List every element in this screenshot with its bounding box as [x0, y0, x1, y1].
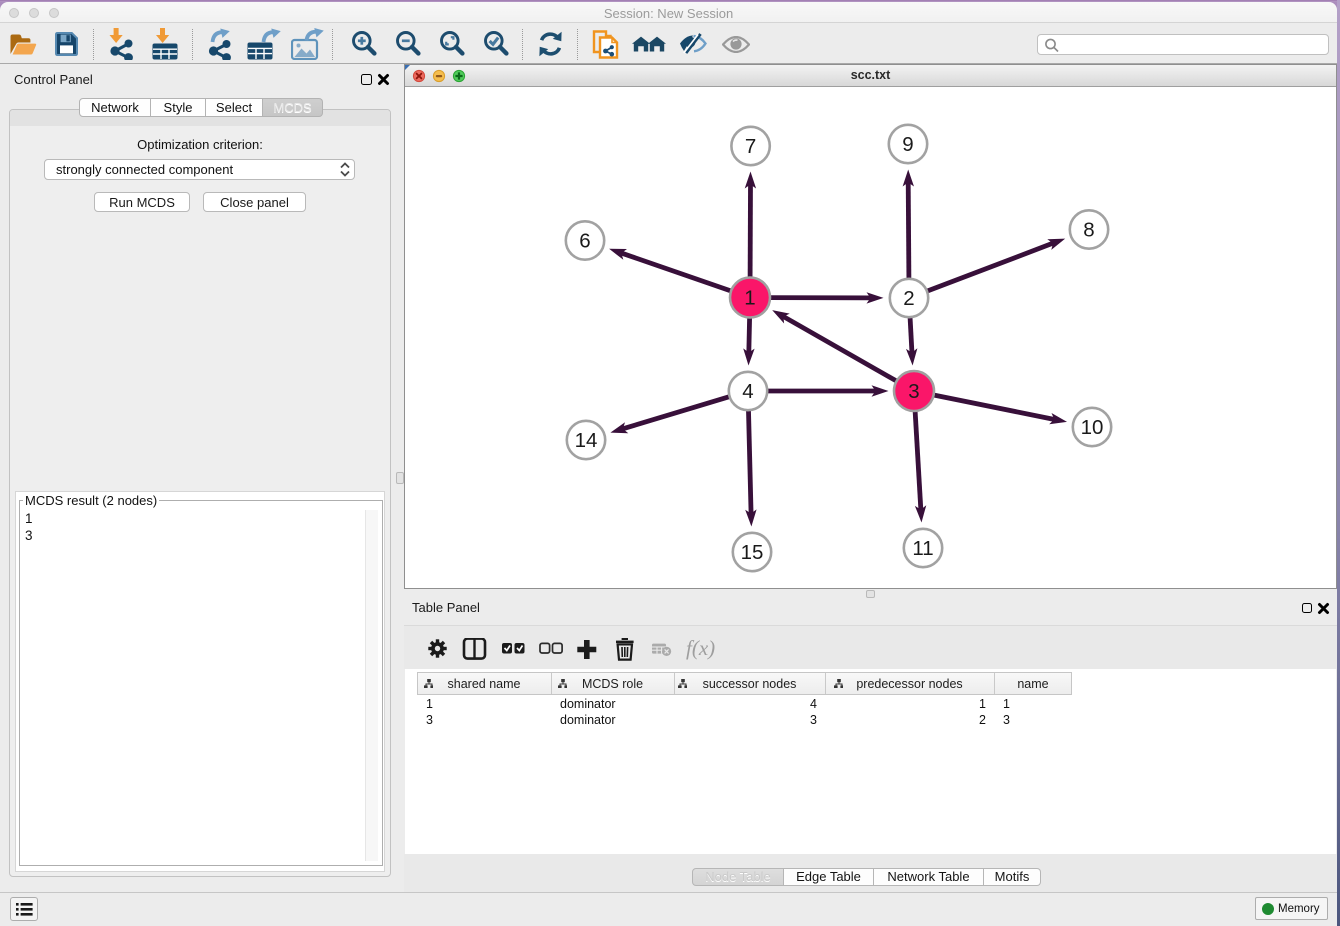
svg-text:1: 1: [744, 287, 755, 310]
svg-text:10: 10: [1081, 416, 1104, 439]
svg-text:8: 8: [1083, 219, 1094, 242]
svg-text:4: 4: [742, 380, 753, 403]
svg-text:6: 6: [579, 230, 590, 253]
svg-text:3: 3: [908, 380, 919, 403]
svg-text:9: 9: [902, 133, 913, 156]
svg-text:2: 2: [903, 287, 914, 310]
svg-text:14: 14: [575, 429, 598, 452]
svg-text:7: 7: [745, 135, 756, 158]
svg-text:f(x): f(x): [686, 638, 715, 660]
svg-text:15: 15: [741, 541, 764, 564]
svg-text:11: 11: [912, 537, 933, 560]
